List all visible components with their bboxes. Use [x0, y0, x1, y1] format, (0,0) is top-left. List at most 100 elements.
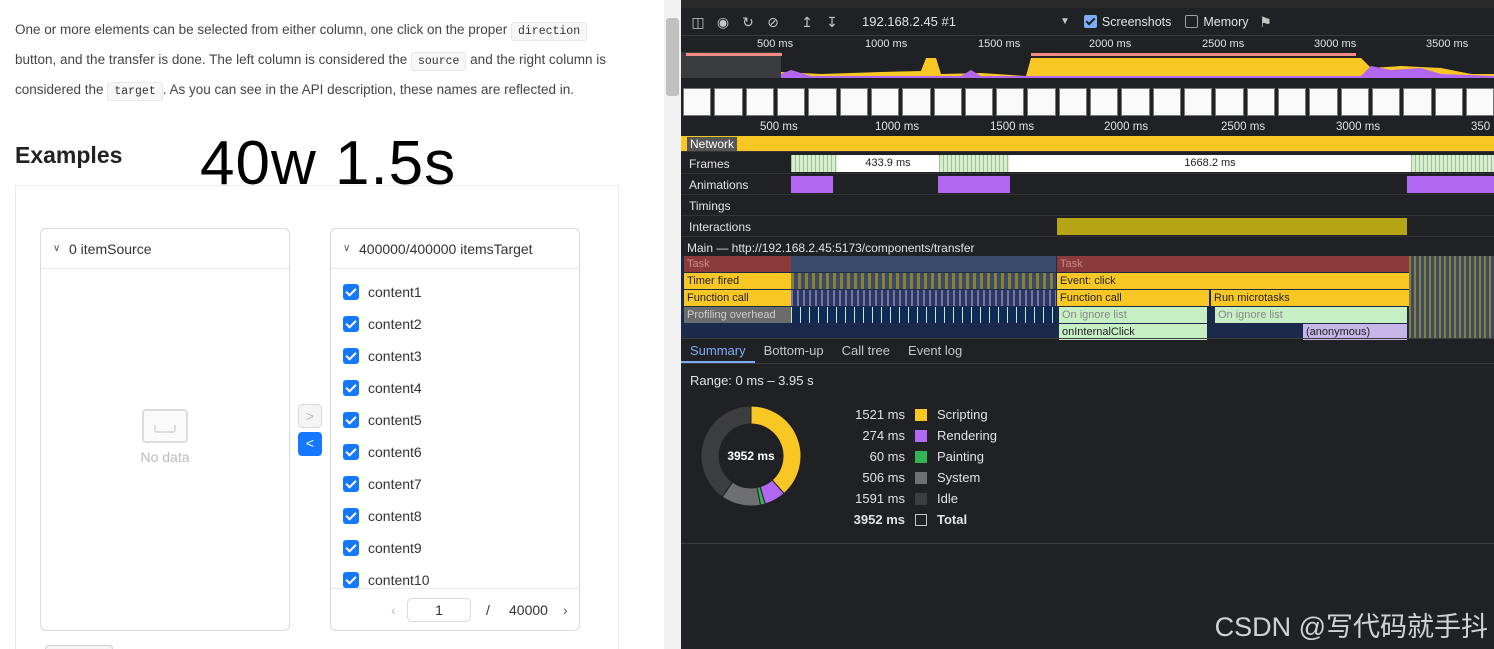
run-microtasks-block[interactable]: Run microtasks: [1211, 290, 1409, 306]
screenshot-thumbnail[interactable]: [1027, 88, 1056, 116]
screenshot-thumbnail[interactable]: [1090, 88, 1119, 116]
list-item[interactable]: content3: [343, 340, 430, 372]
screenshot-thumbnail[interactable]: [1465, 88, 1494, 116]
download-icon[interactable]: ↧: [824, 14, 840, 30]
activity-stripes[interactable]: [791, 307, 1056, 323]
screenshot-thumbnail[interactable]: [745, 88, 774, 116]
frame-bar[interactable]: [939, 155, 1009, 172]
frame-bar[interactable]: [1411, 155, 1494, 172]
activity-stripes[interactable]: [791, 290, 1056, 306]
screenshot-thumbnail[interactable]: [714, 88, 743, 116]
tab-event-log[interactable]: Event log: [899, 339, 971, 363]
dropdown-arrow-icon[interactable]: ▼: [1060, 16, 1070, 27]
record-icon[interactable]: ◉: [715, 14, 731, 30]
screenshot-thumbnail[interactable]: [996, 88, 1025, 116]
scrollbar-thumb[interactable]: [666, 18, 679, 96]
chevron-down-icon[interactable]: ∨: [53, 243, 65, 254]
screenshot-filmstrip[interactable]: [683, 88, 1494, 116]
ignore-list-block[interactable]: On ignore list: [1215, 307, 1407, 323]
screenshot-thumbnail[interactable]: [1152, 88, 1181, 116]
activity-stripes[interactable]: [1409, 256, 1494, 338]
target-header[interactable]: ∨ 400000/400000 itemsTarget: [331, 229, 579, 269]
screenshot-thumbnail[interactable]: [1340, 88, 1369, 116]
checkbox-checked-icon[interactable]: [343, 476, 359, 492]
interactions-track[interactable]: Interactions: [681, 216, 1494, 237]
task-block[interactable]: Task: [1057, 256, 1409, 272]
frame-bar[interactable]: [791, 155, 837, 172]
move-right-button[interactable]: >: [298, 404, 322, 428]
screenshot-thumbnail[interactable]: [1215, 88, 1244, 116]
list-item[interactable]: content2: [343, 308, 430, 340]
animation-bar[interactable]: [1407, 176, 1494, 193]
screenshot-thumbnail[interactable]: [964, 88, 994, 116]
task-block[interactable]: Task: [684, 256, 791, 272]
source-header[interactable]: ∨ 0 itemSource: [41, 229, 289, 269]
ignore-list-block[interactable]: On ignore list: [1059, 307, 1207, 323]
clear-icon[interactable]: ⊘: [765, 14, 781, 30]
memory-checkbox[interactable]: [1185, 15, 1199, 28]
reload-icon[interactable]: ↻: [740, 14, 756, 30]
prev-page-icon[interactable]: ‹: [391, 602, 396, 618]
screenshot-thumbnail[interactable]: [1309, 88, 1338, 116]
timer-fired-block[interactable]: Timer fired: [684, 273, 791, 289]
list-item[interactable]: content8: [343, 500, 430, 532]
screenshot-thumbnail[interactable]: [1121, 88, 1150, 116]
screenshot-thumbnail[interactable]: [1058, 88, 1088, 116]
screenshot-thumbnail[interactable]: [1434, 88, 1463, 116]
tab-summary[interactable]: Summary: [681, 339, 755, 363]
checkbox-checked-icon[interactable]: [343, 412, 359, 428]
function-call-block[interactable]: Function call: [684, 290, 791, 306]
activity-stripes[interactable]: [791, 273, 1056, 289]
animations-track[interactable]: Animations: [681, 174, 1494, 195]
screenshot-thumbnail[interactable]: [902, 88, 931, 116]
frame-bar[interactable]: 1668.2 ms: [1009, 155, 1411, 172]
move-left-button[interactable]: <: [298, 432, 322, 456]
checkbox-checked-icon[interactable]: [343, 316, 359, 332]
event-click-block[interactable]: Event: click: [1057, 273, 1409, 289]
frame-bar[interactable]: 433.9 ms: [837, 155, 939, 172]
page-scrollbar[interactable]: [664, 0, 681, 649]
list-item[interactable]: content5: [343, 404, 430, 436]
screenshot-thumbnail[interactable]: [1277, 88, 1307, 116]
overview-cpu-chart[interactable]: [681, 52, 1494, 78]
sidebar-toggle-icon[interactable]: ◫: [690, 14, 706, 30]
list-item[interactable]: content4: [343, 372, 430, 404]
timings-track[interactable]: Timings: [681, 195, 1494, 216]
tab-bottom-up[interactable]: Bottom-up: [755, 339, 833, 363]
flame-chart[interactable]: Task Task Timer fired Event: click Funct…: [681, 256, 1494, 340]
screenshot-thumbnail[interactable]: [776, 88, 806, 116]
page-input[interactable]: 1: [407, 597, 471, 622]
list-item[interactable]: content6: [343, 436, 430, 468]
screenshot-thumbnail[interactable]: [933, 88, 962, 116]
screenshot-thumbnail[interactable]: [1403, 88, 1432, 116]
network-track[interactable]: Network: [681, 136, 1494, 152]
broom-icon[interactable]: ⚑: [1258, 14, 1274, 30]
chevron-down-icon[interactable]: ∨: [343, 243, 355, 254]
list-item[interactable]: content1: [343, 276, 430, 308]
checkbox-checked-icon[interactable]: [343, 444, 359, 460]
animation-bar[interactable]: [938, 176, 1010, 193]
checkbox-checked-icon[interactable]: [343, 380, 359, 396]
checkbox-checked-icon[interactable]: [343, 540, 359, 556]
list-item[interactable]: content7: [343, 468, 430, 500]
screenshot-thumbnail[interactable]: [683, 88, 712, 116]
upload-icon[interactable]: ↥: [799, 14, 815, 30]
checkbox-checked-icon[interactable]: [343, 572, 359, 588]
profiling-overhead-block[interactable]: Profiling overhead: [684, 307, 791, 323]
checkbox-checked-icon[interactable]: [343, 348, 359, 364]
frames-track[interactable]: Frames 433.9 ms 1668.2 ms: [681, 153, 1494, 174]
animation-bar[interactable]: [791, 176, 833, 193]
main-thread-track[interactable]: Main — http://192.168.2.45:5173/componen…: [681, 237, 1494, 258]
tab-call-tree[interactable]: Call tree: [833, 339, 899, 363]
screenshot-thumbnail[interactable]: [1371, 88, 1401, 116]
screenshot-thumbnail[interactable]: [870, 88, 900, 116]
screenshot-thumbnail[interactable]: [1184, 88, 1213, 116]
target-select[interactable]: 192.168.2.45 #1: [862, 14, 1002, 29]
list-item[interactable]: content9: [343, 532, 430, 564]
checkbox-checked-icon[interactable]: [343, 508, 359, 524]
screenshot-thumbnail[interactable]: [839, 88, 868, 116]
next-page-icon[interactable]: ›: [563, 602, 568, 618]
screenshot-thumbnail[interactable]: [808, 88, 837, 116]
partial-button[interactable]: [45, 645, 113, 649]
screenshot-thumbnail[interactable]: [1246, 88, 1275, 116]
